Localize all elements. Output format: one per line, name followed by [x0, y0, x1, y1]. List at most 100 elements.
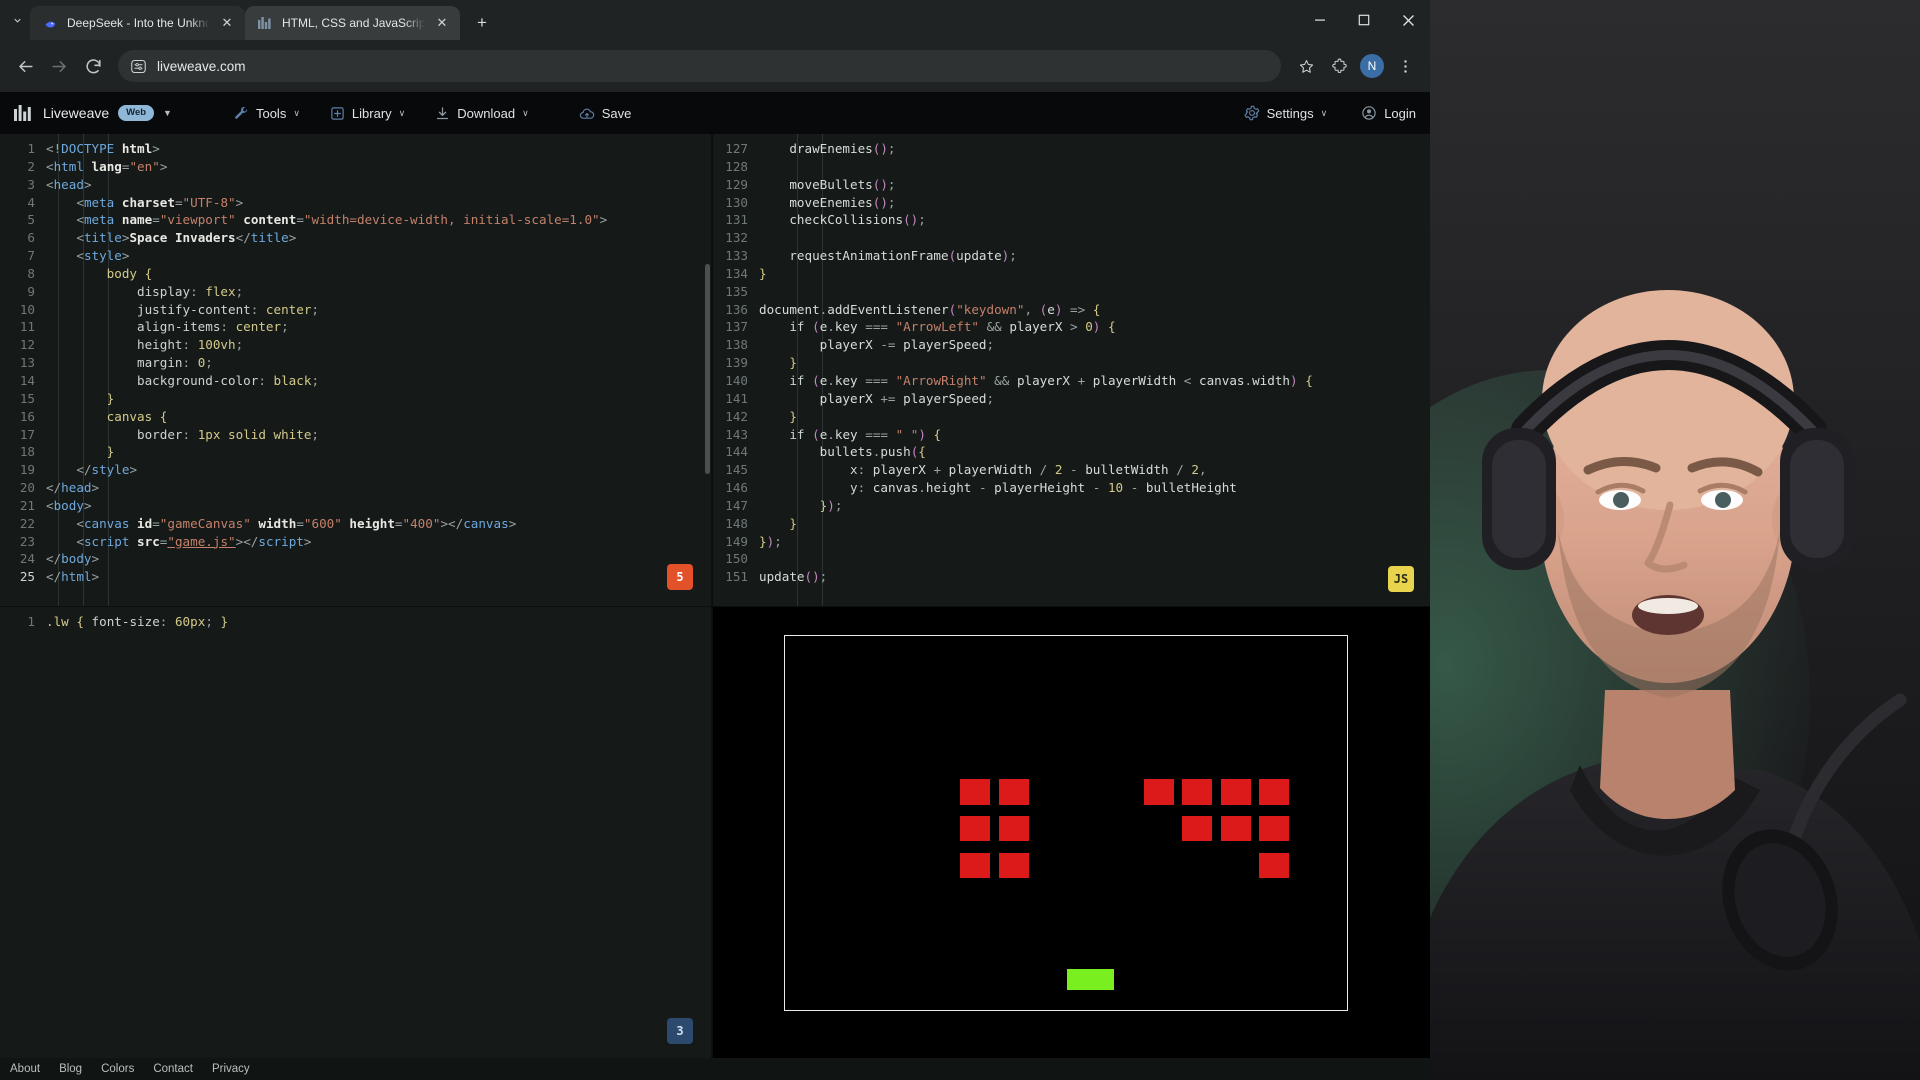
code-line[interactable]: 144 bullets.push({: [713, 443, 1430, 461]
code-line[interactable]: 130 moveEnemies();: [713, 194, 1430, 212]
code-line[interactable]: 135: [713, 283, 1430, 301]
chevron-down-icon[interactable]: ▼: [163, 108, 172, 118]
css-editor-pane[interactable]: 1 .lw { font-size: 60px; } 3: [0, 606, 712, 1058]
code-line[interactable]: 1 <!DOCTYPE html>: [0, 140, 711, 158]
footer-link-contact[interactable]: Contact: [153, 1063, 193, 1075]
mode-pill[interactable]: Web: [118, 105, 155, 121]
code-text: height: 100vh;: [137, 337, 244, 353]
forward-icon[interactable]: [44, 51, 74, 81]
footer-link-privacy[interactable]: Privacy: [212, 1063, 250, 1075]
close-icon[interactable]: ✕: [434, 15, 450, 31]
save-button[interactable]: Save: [579, 106, 631, 121]
extension-puzzle-icon[interactable]: [1324, 51, 1354, 81]
reload-icon[interactable]: [78, 51, 108, 81]
library-menu[interactable]: Library ∨: [330, 106, 405, 121]
output-preview-pane[interactable]: [713, 606, 1430, 1058]
login-button[interactable]: Login: [1361, 105, 1416, 121]
browser-tab-deepseek[interactable]: DeepSeek - Into the Unknown ✕: [30, 6, 245, 40]
code-line[interactable]: 139 }: [713, 354, 1430, 372]
avatar[interactable]: N: [1357, 51, 1387, 81]
code-line[interactable]: 22 <canvas id="gameCanvas" width="600" h…: [0, 515, 711, 533]
new-tab-button[interactable]: +: [468, 9, 496, 37]
tools-menu[interactable]: Tools ∨: [234, 106, 300, 121]
code-line[interactable]: 147 });: [713, 497, 1430, 515]
code-line[interactable]: 149});: [713, 533, 1430, 551]
settings-menu[interactable]: Settings ∨: [1244, 105, 1327, 121]
code-line[interactable]: 7 <style>: [0, 247, 711, 265]
code-line[interactable]: 142 }: [713, 408, 1430, 426]
maximize-icon[interactable]: [1342, 0, 1386, 40]
code-line[interactable]: 151 update();: [713, 568, 1430, 586]
browser-tab-liveweave[interactable]: HTML, CSS and JavaScript play ✕: [245, 6, 460, 40]
code-line[interactable]: 17 border: 1px solid white;: [0, 426, 711, 444]
footer-link-about[interactable]: About: [10, 1063, 40, 1075]
code-line[interactable]: 18 }: [0, 443, 711, 461]
code-line[interactable]: 20 </head>: [0, 479, 711, 497]
code-line[interactable]: 13 margin: 0;: [0, 354, 711, 372]
html-editor-pane[interactable]: 1 <!DOCTYPE html> 2 <html lang="en"> 3 <head>…: [0, 134, 712, 606]
tab-strip: DeepSeek - Into the Unknown ✕ HTML, CSS …: [0, 0, 1430, 40]
code-line[interactable]: 140 if (e.key === "ArrowRight" && player…: [713, 372, 1430, 390]
brand[interactable]: Liveweave Web ▼: [14, 105, 172, 121]
js-editor-pane[interactable]: 127 drawEnemies(); 128 129 moveBullets(); 1…: [713, 134, 1430, 606]
browser-menu-icon[interactable]: [1390, 51, 1420, 81]
browser-tab-title: DeepSeek - Into the Unknown: [67, 16, 210, 30]
code-line[interactable]: 12 height: 100vh;: [0, 336, 711, 354]
site-settings-icon[interactable]: [130, 58, 147, 75]
code-line[interactable]: 128: [713, 158, 1430, 176]
code-line[interactable]: 145 x: playerX + playerWidth / 2 - bulle…: [713, 461, 1430, 479]
code-line[interactable]: 141 playerX += playerSpeed;: [713, 390, 1430, 408]
code-line[interactable]: 136 document.addEventListener("keydown", …: [713, 301, 1430, 319]
code-text: moveEnemies();: [789, 194, 896, 210]
footer-link-blog[interactable]: Blog: [59, 1063, 82, 1075]
back-icon[interactable]: [10, 51, 40, 81]
code-line[interactable]: 4 <meta charset="UTF-8">: [0, 194, 711, 212]
code-line[interactable]: 10 justify-content: center;: [0, 301, 711, 319]
player-ship-sprite: [1066, 969, 1114, 990]
code-line[interactable]: 11 align-items: center;: [0, 318, 711, 336]
tab-search-chevron-icon[interactable]: [4, 0, 30, 40]
url-input[interactable]: liveweave.com: [118, 50, 1281, 82]
game-canvas[interactable]: [783, 634, 1348, 1011]
browser-window: DeepSeek - Into the Unknown ✕ HTML, CSS …: [0, 0, 1430, 1080]
code-line[interactable]: 24 </body>: [0, 550, 711, 568]
code-line[interactable]: 127 drawEnemies();: [713, 140, 1430, 158]
code-text: <!DOCTYPE html>: [46, 141, 160, 156]
code-line[interactable]: 6 <title>Space Invaders</title>: [0, 229, 711, 247]
code-text: body {: [106, 265, 153, 281]
code-line[interactable]: 2 <html lang="en">: [0, 158, 711, 176]
code-line[interactable]: 16 canvas {: [0, 408, 711, 426]
code-text: if (e.key === "ArrowRight" && playerX + …: [789, 372, 1313, 388]
code-line[interactable]: 148 }: [713, 515, 1430, 533]
code-line[interactable]: 150: [713, 550, 1430, 568]
code-line[interactable]: 23 <script src="game.js"></script>: [0, 533, 711, 551]
code-line[interactable]: 14 background-color: black;: [0, 372, 711, 390]
code-line[interactable]: 15 }: [0, 390, 711, 408]
bookmark-star-icon[interactable]: [1291, 51, 1321, 81]
html-scrollbar-thumb[interactable]: [705, 264, 710, 474]
code-line[interactable]: 143 if (e.key === " ") {: [713, 426, 1430, 444]
code-line[interactable]: 19 </style>: [0, 461, 711, 479]
code-line[interactable]: 134}: [713, 265, 1430, 283]
code-line[interactable]: 5 <meta name="viewport" content="width=d…: [0, 211, 711, 229]
code-line[interactable]: 131 checkCollisions();: [713, 211, 1430, 229]
close-icon[interactable]: ✕: [219, 15, 235, 31]
code-line[interactable]: 9 display: flex;: [0, 283, 711, 301]
footer-link-colors[interactable]: Colors: [101, 1063, 134, 1075]
code-line[interactable]: 8 body {: [0, 265, 711, 283]
close-icon[interactable]: [1386, 0, 1430, 40]
code-line[interactable]: 146 y: canvas.height - playerHeight - 10…: [713, 479, 1430, 497]
code-line[interactable]: 1 .lw { font-size: 60px; }: [0, 613, 711, 631]
code-line[interactable]: 129 moveBullets();: [713, 176, 1430, 194]
line-number: 133: [725, 248, 748, 264]
code-line[interactable]: 25 </html>: [0, 568, 711, 586]
line-number: 25: [19, 569, 35, 585]
code-line[interactable]: 138 playerX -= playerSpeed;: [713, 336, 1430, 354]
code-line[interactable]: 137 if (e.key === "ArrowLeft" && playerX…: [713, 318, 1430, 336]
download-menu[interactable]: Download ∨: [435, 106, 529, 121]
code-line[interactable]: 133 requestAnimationFrame(update);: [713, 247, 1430, 265]
code-line[interactable]: 3 <head>: [0, 176, 711, 194]
code-line[interactable]: 21 <body>: [0, 497, 711, 515]
minimize-icon[interactable]: [1298, 0, 1342, 40]
code-line[interactable]: 132: [713, 229, 1430, 247]
